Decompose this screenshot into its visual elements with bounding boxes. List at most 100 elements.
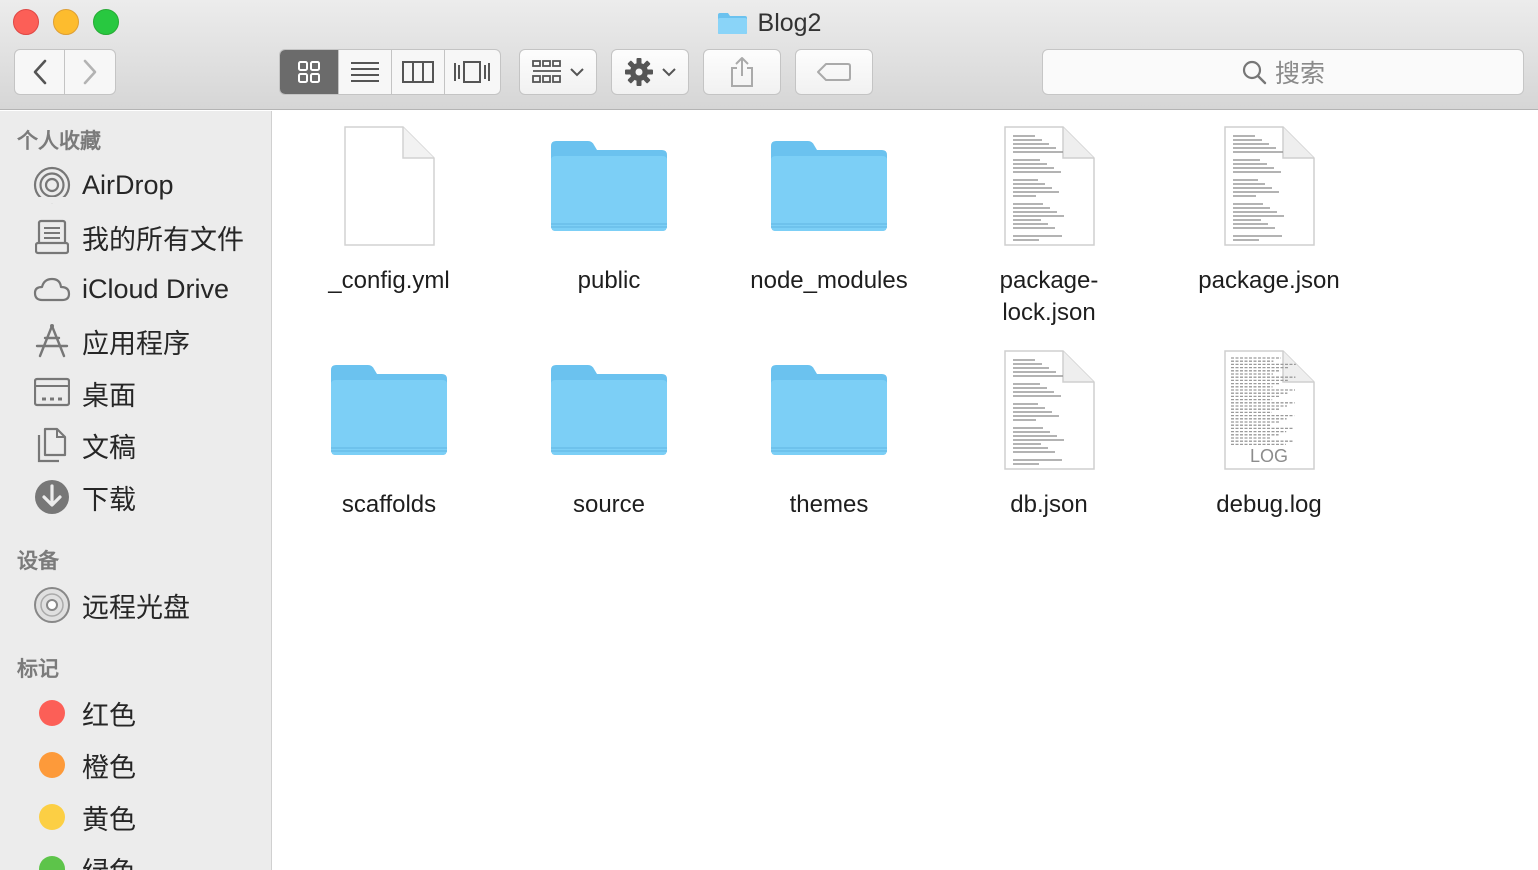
documents-icon [33,426,71,464]
download-icon [33,478,71,516]
sidebar-tag-yellow[interactable]: 黄色 [0,794,270,840]
file-item[interactable]: node_modules [719,121,939,297]
file-name: public [577,267,641,294]
file-item[interactable]: package- lock.json [939,121,1159,329]
log-badge: LOG [1250,446,1288,466]
file-name: debug.log [1216,491,1322,518]
finder-window: Blog2 搜索 个人收藏 AirDrop 我的所有文件 iCloud Driv… [0,0,1538,870]
search-input[interactable]: 搜索 [1042,49,1524,95]
cloud-icon [33,270,71,308]
search-icon [1242,60,1267,85]
action-button[interactable] [611,49,689,95]
folder-icon [544,345,674,475]
sidebar-item-airdrop[interactable]: AirDrop [0,162,270,208]
desktop-icon [33,374,71,412]
blank-document-icon [324,121,454,251]
text-document-icon [984,121,1114,251]
sidebar-item-label: 黄色 [82,804,136,835]
sidebar-item-label: iCloud Drive [82,273,230,304]
icon-view-button[interactable] [280,50,340,94]
sidebar-item-downloads[interactable]: 下载 [0,474,270,520]
chevron-down-icon [570,68,584,77]
sidebar-item-icloud-drive[interactable]: iCloud Drive [0,266,270,312]
sidebar-item-documents[interactable]: 文稿 [0,422,270,468]
share-button[interactable] [703,49,781,95]
tag-dot-green-icon [33,850,71,870]
toolbar: Blog2 搜索 [0,0,1538,110]
tag-dot-yellow-icon [33,798,71,836]
sidebar-item-label: 桌面 [82,380,136,411]
tag-icon [817,63,851,81]
sidebar-tag-orange[interactable]: 橙色 [0,742,270,788]
file-item[interactable]: public [499,121,719,297]
log-document-icon: LOG [1204,345,1334,475]
sidebar-item-all-files[interactable]: 我的所有文件 [0,214,270,260]
tag-dot-red-icon [33,694,71,732]
window-title-text: Blog2 [757,8,822,37]
sidebar-tag-red[interactable]: 红色 [0,690,270,736]
file-item[interactable]: _config.yml [279,121,499,297]
file-item[interactable]: db.json [939,345,1159,521]
tag-button[interactable] [795,49,873,95]
sidebar-item-label: 远程光盘 [82,592,190,623]
sidebar-item-label: 文稿 [82,432,136,463]
text-document-icon [1204,121,1334,251]
file-item[interactable]: source [499,345,719,521]
cover-flow-icon [454,61,491,83]
list-view-button[interactable] [339,50,392,94]
folder-icon [764,345,894,475]
sidebar-item-label: AirDrop [82,169,174,200]
file-item[interactable]: LOG debug.log [1159,345,1379,521]
disc-icon [33,586,71,624]
airdrop-icon [33,166,71,204]
text-document-icon [984,345,1114,475]
tag-dot-orange-icon [33,746,71,784]
arrange-button[interactable] [519,49,597,95]
file-name: db.json [1010,491,1088,518]
view-mode-group [279,49,501,95]
file-name: source [572,491,646,518]
sidebar-item-remote-disc[interactable]: 远程光盘 [0,582,270,628]
share-icon [731,57,753,87]
file-browser: _config.yml public node_modules package-… [272,111,1538,870]
forward-button[interactable] [65,50,115,94]
list-view-icon [351,62,380,82]
file-name: node_modules [750,267,908,294]
search-placeholder: 搜索 [1274,60,1325,88]
all-files-icon [33,218,71,256]
file-item[interactable]: scaffolds [279,345,499,521]
chevron-down-icon [662,68,676,77]
folder-icon [324,345,454,475]
file-item[interactable]: package.json [1159,121,1379,297]
devices-header: 设备 [17,550,59,573]
cover-flow-view-button[interactable] [445,50,500,94]
arrange-grid-icon [532,60,561,83]
sidebar-item-label: 应用程序 [82,328,190,359]
sidebar-item-label: 红色 [82,700,136,731]
sidebar-item-label: 橙色 [82,752,136,783]
tags-header: 标记 [17,658,59,681]
file-name: _config.yml [328,267,450,294]
sidebar-item-label: 我的所有文件 [82,224,244,255]
column-view-icon [401,61,434,83]
sidebar-item-label: 下载 [82,484,136,515]
file-name: scaffolds [341,491,437,518]
sidebar-item-applications[interactable]: 应用程序 [0,318,270,364]
sidebar-tag-green[interactable]: 绿色 [0,846,270,870]
chevron-right-icon [83,59,97,85]
file-item[interactable]: themes [719,345,939,521]
column-view-button[interactable] [392,50,445,94]
sidebar-item-label: 绿色 [82,850,136,870]
back-button[interactable] [15,50,66,94]
sidebar: 个人收藏 AirDrop 我的所有文件 iCloud Drive 应用程序 桌面… [0,111,272,870]
favorites-header: 个人收藏 [17,130,101,153]
folder-icon [544,121,674,251]
file-name: themes [789,491,869,518]
folder-icon [717,12,748,35]
gear-icon [625,58,653,86]
chevron-left-icon [33,59,46,85]
file-name: package.json [1198,267,1340,294]
sidebar-item-desktop[interactable]: 桌面 [0,370,270,416]
navigation-group [14,49,116,95]
window-title: Blog2 [0,6,1538,40]
